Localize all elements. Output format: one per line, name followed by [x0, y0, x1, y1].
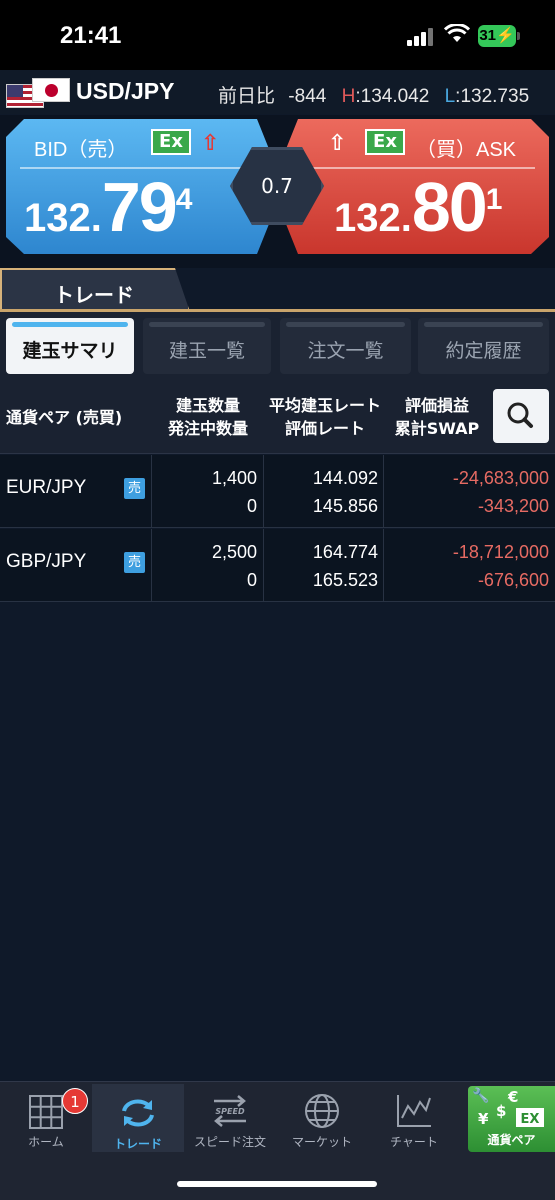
- header-pl-line2: 累計SWAP: [394, 419, 480, 438]
- svg-text:€: €: [507, 1088, 518, 1106]
- tab-execution-history[interactable]: 約定履歴: [418, 318, 549, 374]
- svg-text:SPEED: SPEED: [215, 1107, 245, 1116]
- ask-price: 132.801: [334, 168, 503, 246]
- header-rate-line2: 評価レート: [284, 419, 365, 438]
- tab-home-label: ホーム: [28, 1135, 64, 1149]
- trade-refresh-icon: [122, 1099, 154, 1127]
- home-indicator: [177, 1181, 377, 1187]
- home-badge: 1: [62, 1088, 88, 1114]
- tab-trade[interactable]: トレード: [92, 1084, 184, 1152]
- tab-chart-label: チャート: [390, 1135, 438, 1149]
- subtab-bar: 建玉サマリ 建玉一覧 注文一覧 約定履歴: [0, 312, 555, 378]
- battery-level: 31: [479, 27, 496, 44]
- low-value: 132.735: [460, 86, 530, 107]
- bid-label: BID（売）: [34, 139, 128, 161]
- speed-order-icon: SPEED: [214, 1095, 246, 1127]
- row-pair: EUR/JPY: [6, 477, 87, 498]
- tab-market-label: マーケット: [291, 1135, 352, 1149]
- trade-section-tab[interactable]: トレード: [0, 268, 190, 312]
- header-rate: 平均建玉レート 評価レート: [263, 394, 387, 440]
- header-pair: 通貨ペア (売買): [6, 408, 123, 427]
- row-pl: -24,683,000: [452, 468, 549, 488]
- header-rate-line1: 平均建玉レート: [268, 396, 381, 415]
- currency-pair-label: 通貨ペア: [487, 1133, 536, 1147]
- up-arrow-icon: ⇧: [201, 131, 220, 156]
- globe-icon: [305, 1094, 339, 1128]
- header-qty-line1: 建玉数量: [175, 396, 240, 415]
- row-pending: 0: [246, 570, 257, 590]
- tab-home[interactable]: 1 ホーム: [0, 1082, 92, 1152]
- tab-trade-label: トレード: [113, 1137, 162, 1151]
- pair-name[interactable]: USD/JPY: [76, 78, 174, 105]
- tab-order-list[interactable]: 注文一覧: [280, 318, 411, 374]
- search-button[interactable]: [493, 389, 549, 443]
- header-qty: 建玉数量 発注中数量: [148, 394, 268, 440]
- table-row[interactable]: EUR/JPY 売 1,400 0 144.092 145.856 -24,68…: [0, 455, 555, 528]
- row-eval-rate: 145.856: [312, 496, 378, 516]
- home-grid-icon: [29, 1095, 63, 1129]
- change-value: -844: [288, 86, 327, 107]
- row-qty: 2,500: [211, 542, 257, 562]
- change-label: 前日比: [218, 86, 276, 107]
- currency-symbols-icon: 🔧 € ¥ $ EX: [472, 1086, 544, 1128]
- battery-icon: 31⚡: [478, 25, 520, 47]
- tab-speed-order-label: スピード注文: [193, 1135, 266, 1149]
- tab-position-summary[interactable]: 建玉サマリ: [6, 318, 134, 374]
- row-pair: GBP/JPY: [6, 551, 87, 572]
- chart-icon: [397, 1095, 431, 1127]
- svg-text:EX: EX: [521, 1112, 540, 1127]
- row-pending: 0: [246, 496, 257, 516]
- app-root: 21:41 31⚡ USD/JPY 前日比 -844 H:134.042 L:1…: [0, 0, 555, 1200]
- currency-pair-button[interactable]: 🔧 € ¥ $ EX 通貨ペア: [468, 1086, 555, 1152]
- low-label: L: [444, 86, 456, 107]
- wifi-icon: [444, 24, 470, 42]
- bid-ex-badge: Ex: [151, 129, 191, 155]
- tab-position-list[interactable]: 建玉一覧: [143, 318, 271, 374]
- tab-chart[interactable]: チャート: [368, 1082, 460, 1152]
- currency-flags-icon: [6, 78, 70, 110]
- header-pl: 評価損益 累計SWAP: [383, 394, 491, 440]
- row-swap: -343,200: [477, 496, 549, 516]
- row-pl: -18,712,000: [452, 542, 549, 562]
- tab-market[interactable]: マーケット: [276, 1082, 368, 1152]
- search-icon: [507, 402, 533, 428]
- table-header: 通貨ペア (売買) 建玉数量 発注中数量 平均建玉レート 評価レート 評価損益 …: [0, 378, 555, 454]
- table-row[interactable]: GBP/JPY 売 2,500 0 164.774 165.523 -18,71…: [0, 529, 555, 602]
- ask-label: （買）ASK: [416, 139, 517, 161]
- cellular-signal-icon: [407, 28, 435, 46]
- row-avg-rate: 164.774: [312, 542, 378, 562]
- sell-badge: 売: [124, 552, 145, 573]
- sell-badge: 売: [124, 478, 145, 499]
- jp-flag-icon: [32, 78, 70, 102]
- bid-price: 132.794: [24, 168, 193, 246]
- row-qty: 1,400: [211, 468, 257, 488]
- trade-section-label: トレード: [54, 283, 134, 307]
- status-bar: 21:41 31⚡: [0, 0, 555, 70]
- up-arrow-outline-icon: ⇧: [328, 131, 347, 156]
- tab-speed-order[interactable]: SPEED スピード注文: [184, 1082, 276, 1152]
- svg-text:🔧: 🔧: [472, 1086, 489, 1104]
- row-avg-rate: 144.092: [312, 468, 378, 488]
- high-label: H: [341, 86, 356, 107]
- row-swap: -676,600: [477, 570, 549, 590]
- ask-ex-badge: Ex: [365, 129, 405, 155]
- header-pl-line1: 評価損益: [404, 396, 469, 415]
- svg-text:$: $: [496, 1102, 506, 1120]
- row-eval-rate: 165.523: [312, 570, 378, 590]
- status-time: 21:41: [60, 22, 122, 49]
- pair-stats: 前日比 -844 H:134.042 L:132.735: [218, 86, 530, 107]
- svg-text:¥: ¥: [478, 1110, 489, 1128]
- header-qty-line2: 発注中数量: [167, 419, 248, 438]
- high-value: 134.042: [360, 86, 430, 107]
